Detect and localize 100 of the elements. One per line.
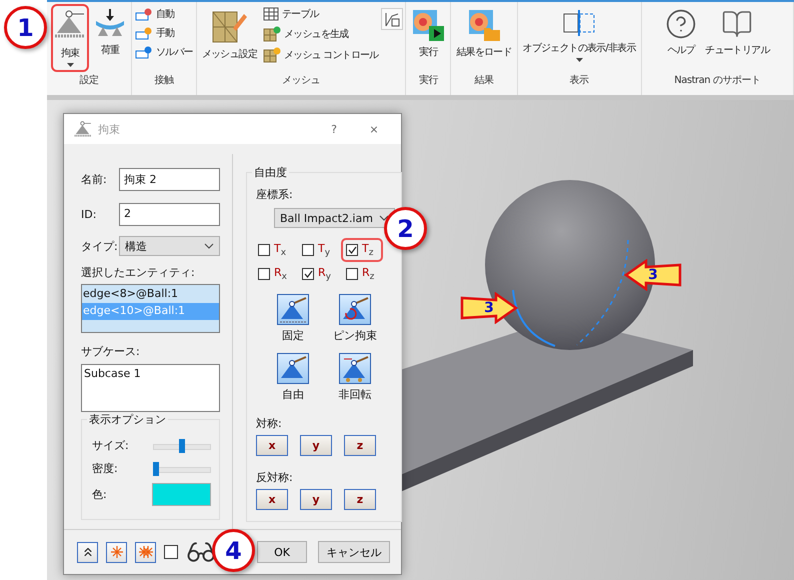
- checkbox-label: T$_{x}$: [274, 242, 286, 258]
- ribbon-button[interactable]: 自動: [134, 6, 194, 22]
- mesh-icon: [263, 47, 282, 63]
- axis-button[interactable]: z: [344, 489, 376, 510]
- preset-button[interactable]: [277, 353, 309, 384]
- help-button[interactable]: ?: [317, 122, 351, 136]
- group-label: 表示: [568, 74, 590, 88]
- button-label: 実行: [419, 46, 438, 59]
- burst-icon: [110, 545, 124, 559]
- axis-button[interactable]: z: [344, 435, 376, 456]
- dialog-title: 拘束: [98, 122, 121, 136]
- cancel-button[interactable]: キャンセル: [318, 541, 390, 563]
- checkbox-option[interactable]: R$_{x}$: [253, 262, 295, 286]
- field-label: 密度:: [92, 461, 119, 476]
- ribbon-button[interactable]: オブジェクトの表示/非表示: [520, 4, 639, 72]
- group-label: メッシュ: [281, 74, 322, 88]
- checkbox[interactable]: [346, 244, 358, 256]
- field-label: タイプ:: [81, 238, 119, 254]
- checkbox-option[interactable]: T$_{x}$: [253, 238, 295, 262]
- field-label: 対称:: [256, 417, 282, 430]
- button-label: オブジェクトの表示/非表示: [522, 42, 636, 55]
- field-label: 名前:: [81, 172, 108, 187]
- callout-arrow: 3: [460, 292, 518, 324]
- group-label: Nastran のサポート: [673, 74, 762, 88]
- ribbon-button[interactable]: メッシュ コントロール: [262, 46, 380, 64]
- preset-button[interactable]: [277, 294, 309, 326]
- chart-button[interactable]: [381, 8, 404, 30]
- axis-button[interactable]: y: [300, 435, 332, 456]
- group-label: 結果: [474, 74, 494, 88]
- preset-label: 自由: [282, 387, 304, 402]
- button-label: ヘルプ: [667, 44, 695, 57]
- coordinate-select[interactable]: Ball Impact2.iam: [274, 208, 395, 228]
- axis-button[interactable]: y: [300, 489, 332, 510]
- field-label: 反対称:: [256, 471, 293, 484]
- checkbox[interactable]: [258, 244, 270, 256]
- checkbox-option[interactable]: T$_{y}$: [297, 238, 339, 262]
- subcase-field[interactable]: Subcase 1: [81, 364, 220, 412]
- checkbox-label: R$_{z}$: [362, 266, 374, 282]
- group-title: 表示オプション: [87, 412, 168, 427]
- mesh-icon: [263, 26, 282, 42]
- ribbon-button[interactable]: メッシュ設定: [198, 4, 260, 72]
- checkbox-option[interactable]: R$_{z}$: [341, 262, 383, 286]
- burst-button[interactable]: [135, 542, 156, 562]
- support-icon: [74, 120, 92, 138]
- burst-button[interactable]: [106, 542, 127, 562]
- folder-result-icon: [467, 8, 501, 42]
- slider-thumb[interactable]: [179, 438, 186, 452]
- checkbox-label: T$_{y}$: [318, 242, 330, 258]
- ribbon-button[interactable]: ヘルプ: [662, 4, 700, 72]
- group-label: 接触: [153, 74, 175, 88]
- checkbox-option[interactable]: R$_{y}$: [297, 262, 339, 286]
- preset-label: ピン拘束: [333, 328, 377, 344]
- preset-button[interactable]: [339, 353, 371, 384]
- field-label: 色:: [92, 487, 108, 502]
- ribbon-button[interactable]: ソルバー: [134, 44, 194, 60]
- preset-label: 固定: [282, 328, 304, 344]
- ribbon-button[interactable]: チュートリアル: [702, 4, 772, 72]
- button-label: 拘束: [60, 46, 80, 60]
- support-icon: [279, 296, 307, 323]
- slider-track[interactable]: [152, 462, 211, 476]
- type-select[interactable]: 構造: [119, 236, 220, 256]
- table-icon: [263, 7, 280, 21]
- checkbox[interactable]: [302, 244, 314, 256]
- collapse-button[interactable]: [77, 542, 98, 562]
- checkbox[interactable]: [164, 545, 178, 559]
- ok-button[interactable]: OK: [257, 541, 307, 563]
- list-item[interactable]: edge<8>@Ball:1: [82, 286, 219, 303]
- close-button[interactable]: ×: [357, 122, 391, 136]
- ribbon-button[interactable]: 結果をロード: [453, 4, 515, 72]
- ribbon-button[interactable]: メッシュを生成: [262, 25, 380, 43]
- id-field[interactable]: 2: [119, 203, 220, 226]
- ribbon-button[interactable]: 荷重: [91, 4, 129, 72]
- button-label: メッシュ設定: [202, 48, 258, 61]
- checkbox-option[interactable]: T$_{z}$: [341, 238, 383, 262]
- color-swatch[interactable]: [152, 483, 211, 506]
- checkbox[interactable]: [302, 268, 314, 280]
- run-icon: [411, 8, 446, 42]
- ribbon-button[interactable]: 実行: [408, 4, 448, 72]
- callout-arrow: 3: [624, 259, 682, 291]
- field-label: サブケース:: [81, 344, 141, 359]
- show-hide-icon: [562, 8, 596, 38]
- checkbox[interactable]: [258, 268, 270, 280]
- field-label: サイズ:: [92, 438, 130, 453]
- axis-button[interactable]: x: [256, 489, 288, 510]
- checkbox-label: T$_{z}$: [362, 242, 374, 258]
- ribbon-button[interactable]: テーブル: [262, 6, 380, 22]
- contact-icon: [135, 45, 153, 59]
- axis-button[interactable]: x: [256, 435, 288, 456]
- ribbon-button[interactable]: 手動: [134, 25, 194, 41]
- slider-track[interactable]: [152, 438, 211, 452]
- checkbox[interactable]: [346, 268, 358, 280]
- slider-thumb[interactable]: [152, 462, 159, 476]
- checkbox-label: R$_{x}$: [274, 266, 287, 282]
- ribbon-button[interactable]: 拘束: [51, 4, 89, 72]
- field-label: ID:: [81, 208, 98, 221]
- name-field[interactable]: 拘束 2: [119, 168, 220, 191]
- support-icon: [341, 356, 369, 382]
- preset-button[interactable]: [339, 294, 371, 326]
- field-label: 座標系:: [256, 187, 293, 202]
- group-title: 自由度: [252, 165, 289, 180]
